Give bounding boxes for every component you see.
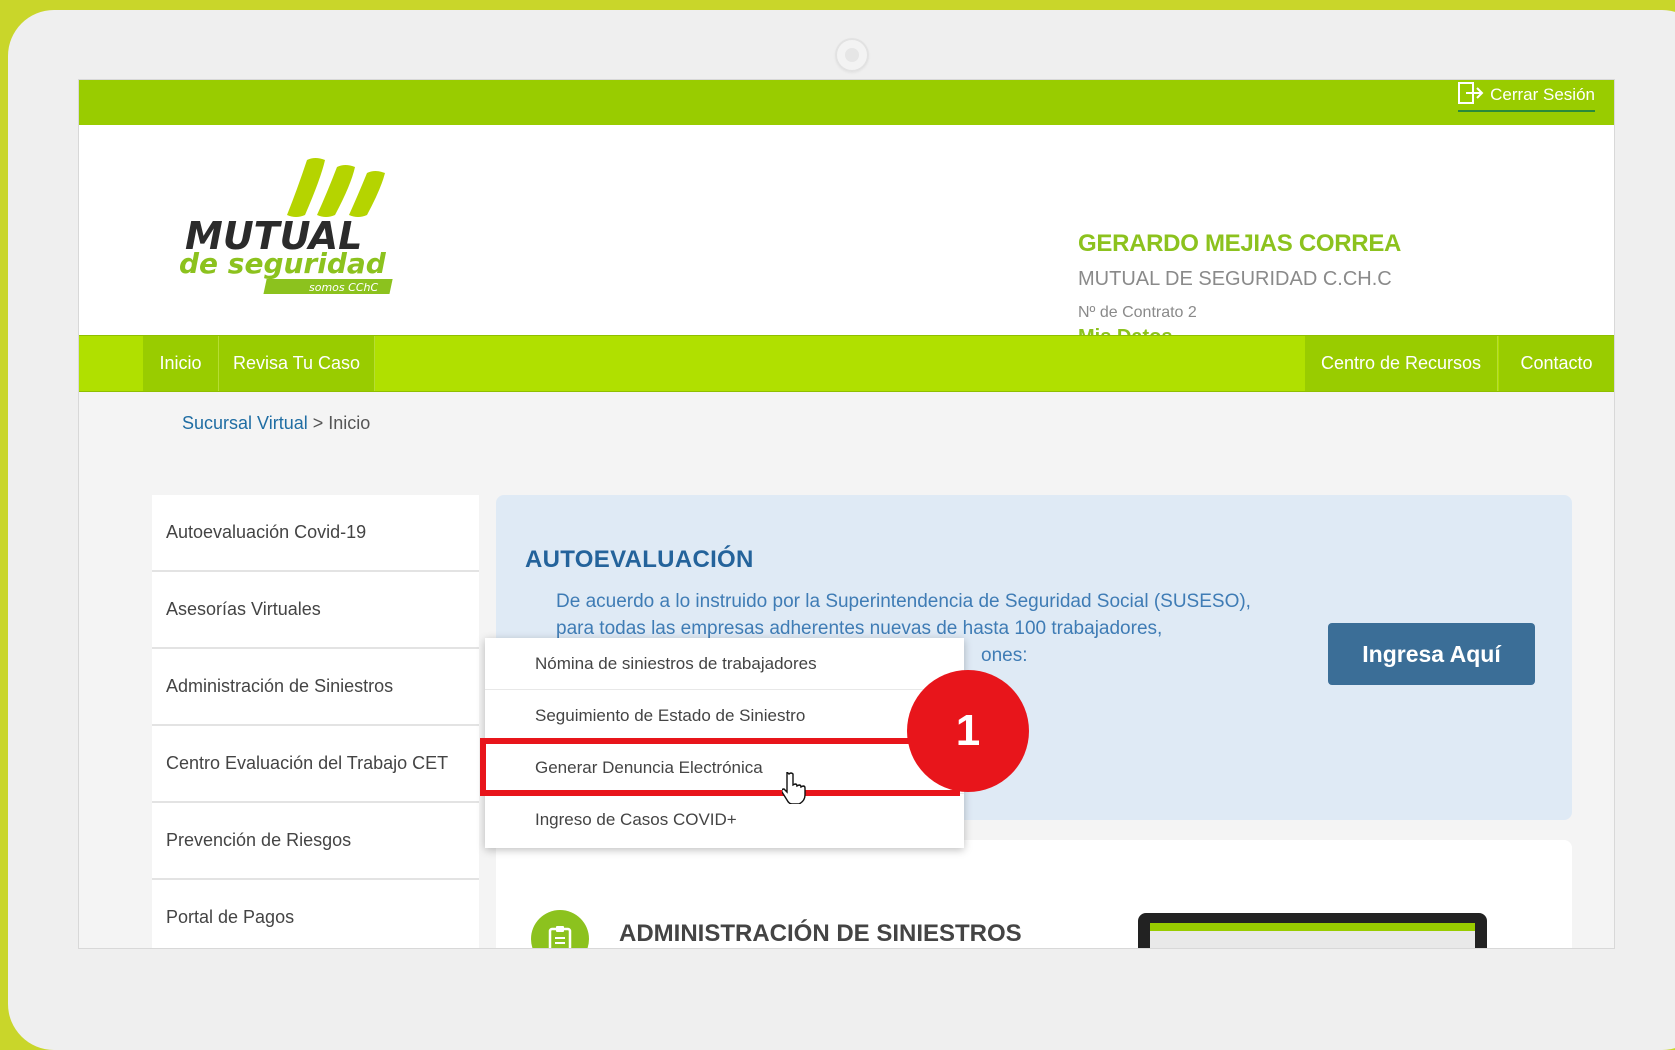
company-name: MUTUAL DE SEGURIDAD C.CH.C — [1078, 268, 1392, 290]
logout-link[interactable]: Cerrar Sesión — [1458, 81, 1595, 112]
sidebar-item-cet[interactable]: Centro Evaluación del Trabajo CET — [152, 726, 479, 803]
step-badge: 1 — [907, 670, 1029, 792]
sidebar-item-prevencion[interactable]: Prevención de Riesgos — [152, 803, 479, 880]
dropdown-item-nomina[interactable]: Nómina de siniestros de trabajadores — [485, 638, 964, 690]
logo-tagline: somos CChC — [309, 281, 378, 294]
mutual-logo[interactable]: MUTUAL de seguridad somos CChC — [179, 155, 439, 300]
nav-inicio[interactable]: Inicio — [143, 336, 219, 391]
breadcrumb-current: > Inicio — [312, 413, 371, 433]
breadcrumb: Sucursal Virtual > Inicio — [182, 413, 370, 434]
nav-contacto[interactable]: Contacto — [1499, 336, 1614, 391]
logout-label: Cerrar Sesión — [1490, 85, 1595, 104]
highlight-box — [480, 738, 960, 796]
ingresa-aqui-button[interactable]: Ingresa Aquí — [1328, 623, 1535, 685]
breadcrumb-root[interactable]: Sucursal Virtual — [182, 413, 308, 433]
dropdown-item-covid[interactable]: Ingreso de Casos COVID+ — [485, 794, 964, 846]
camera-icon — [835, 38, 869, 72]
clipboard-icon — [531, 910, 589, 948]
dropdown-item-seguimiento[interactable]: Seguimiento de Estado de Siniestro — [485, 690, 964, 742]
section-title: ADMINISTRACIÓN DE SINIESTROS — [619, 920, 1022, 947]
top-bar: Cerrar Sesión — [79, 80, 1614, 125]
sidebar-item-asesorias[interactable]: Asesorías Virtuales — [152, 572, 479, 649]
contract-number: Nº de Contrato 2 — [1078, 304, 1197, 321]
header: MUTUAL de seguridad somos CChC GERARDO M… — [79, 125, 1614, 348]
panel-title: AUTOEVALUACIÓN — [525, 546, 754, 573]
panel-text-line1: De acuerdo a lo instruido por la Superin… — [556, 591, 1251, 612]
user-name: GERARDO MEJIAS CORREA — [1078, 230, 1402, 257]
sidebar-item-siniestros[interactable]: Administración de Siniestros — [152, 649, 479, 726]
sidebar-item-autoevaluacion[interactable]: Autoevaluación Covid-19 — [152, 495, 479, 572]
siniestros-section: ADMINISTRACIÓN DE SINIESTROS — [496, 840, 1572, 948]
laptop-image — [1138, 913, 1487, 948]
browser-screen: Cerrar Sesión MUTUAL de seguridad somos … — [78, 79, 1615, 949]
nav-revisa-tu-caso[interactable]: Revisa Tu Caso — [219, 336, 375, 391]
logo-word-seguridad: de seguridad — [179, 247, 387, 280]
logout-icon — [1458, 81, 1484, 109]
sidebar-menu: Autoevaluación Covid-19 Asesorías Virtua… — [152, 495, 479, 948]
main-nav: Inicio Revisa Tu Caso Centro de Recursos… — [79, 335, 1614, 392]
hand-cursor-icon — [781, 770, 806, 809]
nav-centro-recursos[interactable]: Centro de Recursos — [1305, 336, 1498, 391]
sidebar-item-pagos[interactable]: Portal de Pagos — [152, 880, 479, 948]
